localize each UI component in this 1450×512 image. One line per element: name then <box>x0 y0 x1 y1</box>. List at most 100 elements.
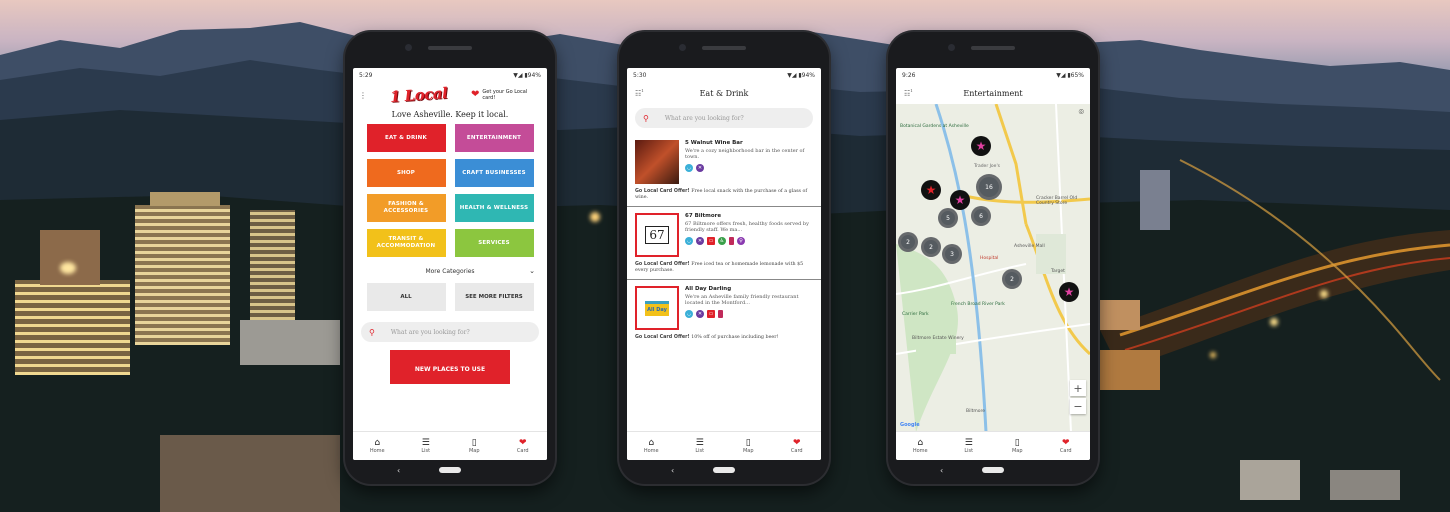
list-screen: 5:30 ▼◢ ▮94% ☷1 Eat & Drink ⚲ What are y… <box>627 68 821 460</box>
listing-name: All Day Darling <box>685 286 732 292</box>
cluster-marker[interactable]: 3 <box>942 244 962 264</box>
map-view[interactable]: Botanical Gardens at Asheville Trader Jo… <box>896 104 1090 432</box>
home-pill[interactable] <box>439 467 461 473</box>
home-pill[interactable] <box>713 467 735 473</box>
phone-camera <box>405 44 412 51</box>
map-label: Trader Joe's <box>974 164 1001 169</box>
phone-camera <box>679 44 686 51</box>
search-placeholder: What are you looking for? <box>664 114 744 122</box>
get-card-link[interactable]: ❤ Get your Go Local card! <box>471 89 541 101</box>
search-input[interactable]: ⚲ What are you looking for? <box>635 108 813 128</box>
star-marker[interactable]: ★ <box>950 190 970 210</box>
home-screen: 5:29 ▼◢ ▮94% ⋮ 1 Local ❤ Get your Go Loc… <box>353 68 547 460</box>
cluster-marker[interactable]: 2 <box>921 237 941 257</box>
nav-home[interactable]: ⌂ Home <box>627 432 676 460</box>
list-item[interactable]: 5 Walnut Wine Bar We're a cozy neighborh… <box>627 134 821 207</box>
locate-icon[interactable]: ⌾ <box>1079 108 1084 118</box>
search-input[interactable]: ⚲ What are you looking for? <box>361 322 539 342</box>
status-time: 5:30 <box>633 71 647 79</box>
heart-icon: ❤ <box>792 438 801 448</box>
wine-icon: ✕ <box>696 164 704 172</box>
app-logo: 1 Local <box>389 84 449 106</box>
list-item[interactable]: All Day All Day Darling We're an Ashevil… <box>627 280 821 346</box>
chevron-down-icon: ⌄ <box>529 267 535 275</box>
offer-label: Go Local Card Offer! <box>635 189 690 194</box>
menu-icon[interactable]: ⋮ <box>359 91 367 100</box>
cluster-marker[interactable]: 5 <box>938 208 958 228</box>
page-title: Entertainment <box>963 88 1023 98</box>
bottle-icon <box>729 237 734 245</box>
map-label: Carrier Park <box>902 312 929 317</box>
see-more-filters-button[interactable]: SEE MORE FILTERS <box>454 283 534 311</box>
nav-map[interactable]: ▯ Map <box>724 432 773 460</box>
back-icon[interactable]: ‹ <box>940 466 943 475</box>
status-indicators: ▼◢ ▮94% <box>787 71 815 79</box>
map-icon: ▯ <box>471 438 477 448</box>
cluster-marker[interactable]: 2 <box>898 232 918 252</box>
nav-map[interactable]: ▯ Map <box>993 432 1042 460</box>
nav-card[interactable]: ❤ Card <box>1042 432 1091 460</box>
nav-list[interactable]: ☰ List <box>402 432 451 460</box>
cluster-marker[interactable]: 16 <box>976 174 1002 200</box>
list-icon: ☰ <box>695 438 704 448</box>
heart-icon: ❤ <box>518 438 527 448</box>
zoom-in-button[interactable]: + <box>1070 380 1086 396</box>
cluster-marker[interactable]: 6 <box>971 206 991 226</box>
back-icon[interactable]: ‹ <box>397 466 400 475</box>
home-icon: ⌂ <box>374 438 381 448</box>
back-icon[interactable]: ‹ <box>671 466 674 475</box>
category-craft-businesses[interactable]: CRAFT BUSINESSES <box>454 159 534 187</box>
search-placeholder: What are you looking for? <box>390 328 470 336</box>
promo-banner[interactable]: NEW PLACES TO USE <box>390 350 510 384</box>
filter-icon[interactable]: ☷1 <box>904 88 913 97</box>
system-nav: ‹ <box>896 460 1090 480</box>
category-eat-drink[interactable]: EAT & DRINK <box>366 124 446 152</box>
phone-camera <box>948 44 955 51</box>
nav-map[interactable]: ▯ Map <box>450 432 499 460</box>
star-marker[interactable]: ★ <box>921 180 941 200</box>
more-categories-toggle[interactable]: More Categories ⌄ <box>353 267 547 275</box>
nav-list-label: List <box>964 448 974 454</box>
phone-list: 5:30 ▼◢ ▮94% ☷1 Eat & Drink ⚲ What are y… <box>619 32 829 484</box>
wine-icon: ✕ <box>696 237 704 245</box>
nav-list-label: List <box>421 448 431 454</box>
tagline: Love Asheville. Keep it local. <box>391 110 509 119</box>
listing-offer: Go Local Card Offer! Free iced tea or ho… <box>635 262 813 274</box>
home-pill[interactable] <box>982 467 1004 473</box>
nav-home-label: Home <box>643 448 659 454</box>
map-label: Biltmore <box>966 409 986 414</box>
star-marker[interactable]: ★ <box>1059 282 1079 302</box>
nav-list[interactable]: ☰ List <box>676 432 725 460</box>
all-button[interactable]: ALL <box>366 283 446 311</box>
nav-card[interactable]: ❤ Card <box>773 432 822 460</box>
phone-speaker <box>971 46 1015 50</box>
amenity-icons: ◡ ✕ ▭ <box>685 310 813 318</box>
ticket-icon: ▭ <box>707 237 715 245</box>
cup-icon: ◡ <box>685 164 693 172</box>
cluster-marker[interactable]: 2 <box>1002 269 1022 289</box>
category-shop[interactable]: SHOP <box>366 159 446 187</box>
category-fashion[interactable]: FASHION & ACCESSORIES <box>366 194 446 222</box>
list-item[interactable]: 67 67 Biltmore 67 Biltmore offers fresh,… <box>627 207 821 280</box>
category-health[interactable]: HEALTH & WELLNESS <box>454 194 534 222</box>
status-bar: 5:30 ▼◢ ▮94% <box>627 68 821 82</box>
phone-speaker <box>428 46 472 50</box>
nav-home[interactable]: ⌂ Home <box>353 432 402 460</box>
nav-card[interactable]: ❤ Card <box>499 432 548 460</box>
nav-home-label: Home <box>912 448 928 454</box>
listing-name: 5 Walnut Wine Bar <box>685 140 743 146</box>
home-icon: ⌂ <box>917 438 924 448</box>
filter-icon[interactable]: ☷1 <box>635 88 644 97</box>
phone-home: 5:29 ▼◢ ▮94% ⋮ 1 Local ❤ Get your Go Loc… <box>345 32 555 484</box>
listing-photo <box>635 140 679 184</box>
category-transit[interactable]: TRANSIT & ACCOMMODATION <box>366 229 446 257</box>
zoom-out-button[interactable]: − <box>1070 398 1086 414</box>
cup-icon: ◡ <box>685 237 693 245</box>
nav-home[interactable]: ⌂ Home <box>896 432 945 460</box>
nav-map-label: Map <box>1011 448 1023 454</box>
category-entertainment[interactable]: ENTERTAINMENT <box>454 124 534 152</box>
nav-list[interactable]: ☰ List <box>945 432 994 460</box>
star-marker[interactable]: ★ <box>971 136 991 156</box>
category-services[interactable]: SERVICES <box>454 229 534 257</box>
nav-home-label: Home <box>369 448 385 454</box>
